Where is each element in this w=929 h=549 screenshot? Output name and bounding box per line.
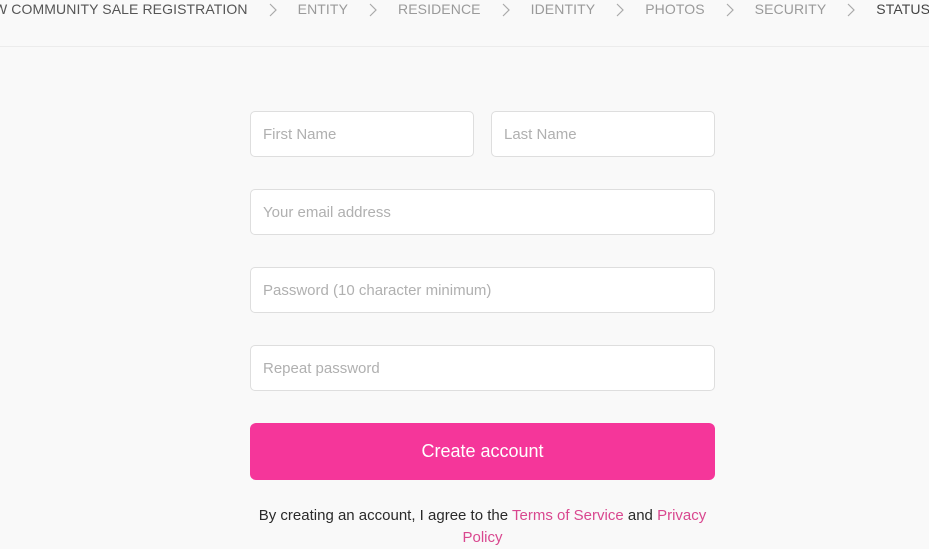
first-name-input[interactable] xyxy=(250,111,474,157)
name-row xyxy=(250,111,715,157)
password-input[interactable] xyxy=(250,267,715,313)
email-input[interactable] xyxy=(250,189,715,235)
chevron-right-icon xyxy=(348,1,398,17)
legal-notice: By creating an account, I agree to the T… xyxy=(250,505,715,549)
repeat-password-input[interactable] xyxy=(250,345,715,391)
email-row xyxy=(250,189,715,235)
chevron-right-icon xyxy=(481,1,531,17)
repeat-password-row xyxy=(250,345,715,391)
legal-conjunction: and xyxy=(623,507,658,524)
header: W COMMUNITY SALE REGISTRATION ENTITY RES… xyxy=(0,0,929,47)
chevron-right-icon xyxy=(595,1,645,17)
breadcrumb-item-registration[interactable]: W COMMUNITY SALE REGISTRATION xyxy=(0,1,248,17)
legal-prefix: By creating an account, I agree to the xyxy=(258,507,512,524)
chevron-right-icon xyxy=(826,1,876,17)
breadcrumb-item-entity[interactable]: ENTITY xyxy=(298,1,348,17)
chevron-right-icon xyxy=(705,1,755,17)
registration-form: Create account By creating an account, I… xyxy=(250,111,715,549)
chevron-right-icon xyxy=(248,1,298,17)
breadcrumb-item-photos[interactable]: PHOTOS xyxy=(645,1,704,17)
breadcrumb-item-residence[interactable]: RESIDENCE xyxy=(398,1,481,17)
create-account-button[interactable]: Create account xyxy=(250,423,715,480)
password-row xyxy=(250,267,715,313)
terms-of-service-link[interactable]: Terms of Service xyxy=(512,507,624,524)
breadcrumb-item-security[interactable]: SECURITY xyxy=(755,1,827,17)
breadcrumb: W COMMUNITY SALE REGISTRATION ENTITY RES… xyxy=(0,1,929,17)
last-name-input[interactable] xyxy=(491,111,715,157)
breadcrumb-item-status[interactable]: STATUS xyxy=(876,1,929,17)
breadcrumb-item-identity[interactable]: IDENTITY xyxy=(531,1,596,17)
